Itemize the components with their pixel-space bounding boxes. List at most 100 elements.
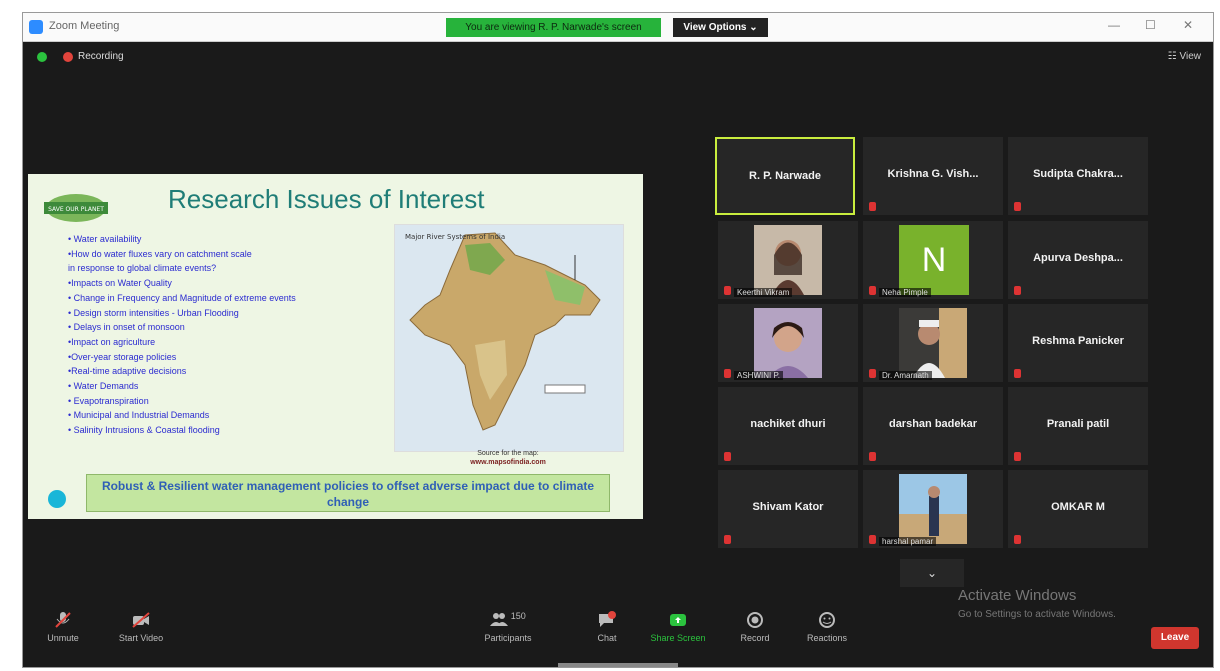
participant-tile[interactable]: Krishna G. Vish... — [863, 137, 1003, 215]
participant-name: Neha Pimple — [879, 288, 931, 297]
meeting-top-bar: Recording ☷ View — [35, 49, 1201, 65]
participants-label: Participants — [484, 633, 532, 643]
participant-name: Sudipta Chakra... — [1033, 168, 1123, 180]
meeting-toolbar: Unmute Start Video 150 Participants Chat… — [23, 603, 1213, 667]
view-options-button[interactable]: View Options ⌄ — [673, 18, 768, 37]
participant-name: nachiket dhuri — [750, 418, 826, 430]
start-video-button[interactable]: Start Video — [111, 611, 171, 643]
reactions-smiley-icon — [819, 612, 835, 628]
participant-tile[interactable]: Sudipta Chakra... — [1008, 137, 1148, 215]
mic-muted-icon — [1014, 202, 1021, 211]
leave-button[interactable]: Leave — [1151, 627, 1199, 649]
participant-name: Apurva Deshpa... — [1033, 252, 1123, 264]
bullet-line: • Delays in onset of monsoon — [68, 322, 185, 333]
share-screen-button[interactable]: Share Screen — [643, 611, 713, 643]
unmute-button[interactable]: Unmute — [41, 611, 85, 643]
window-title: Zoom Meeting — [49, 20, 120, 32]
video-camera-off-icon — [132, 612, 150, 628]
participant-video — [899, 474, 967, 544]
minimize-button[interactable]: — — [1108, 18, 1120, 32]
participant-tile[interactable]: darshan badekar — [863, 387, 1003, 465]
participant-name: ASHWINI P. — [734, 371, 783, 380]
mic-muted-icon — [1014, 369, 1021, 378]
save-planet-logo: SAVE OUR PLANET — [44, 194, 108, 222]
map-source-url: www.mapsofindia.com — [470, 459, 546, 466]
chat-icon — [599, 611, 616, 627]
participant-name: Dr. Amarnath — [879, 371, 932, 380]
participant-name: Reshma Panicker — [1032, 335, 1124, 347]
map-source: Source for the map: www.mapsofindia.com — [428, 449, 588, 467]
participant-tile[interactable]: OMKAR M — [1008, 470, 1148, 548]
zoom-app-icon — [29, 20, 43, 34]
chat-label: Chat — [597, 633, 617, 643]
people-icon — [490, 613, 509, 626]
mic-muted-icon — [869, 535, 876, 544]
reactions-label: Reactions — [806, 633, 848, 643]
participant-video — [754, 308, 822, 378]
mic-muted-icon — [1014, 452, 1021, 461]
close-button[interactable]: ✕ — [1183, 18, 1193, 32]
bullet-line: • Municipal and Industrial Demands — [68, 410, 210, 421]
slide-title: Research Issues of Interest — [168, 184, 485, 214]
bullet-line: • Salinity Intrusions & Coastal flooding — [68, 425, 220, 436]
participant-name: harshal pamar — [879, 537, 937, 546]
participant-tile[interactable]: harshal pamar — [863, 470, 1003, 548]
participant-name: Pranali patil — [1046, 418, 1110, 430]
bullet-line: • Change in Frequency and Magnitude of e… — [68, 292, 296, 303]
unmute-label: Unmute — [47, 633, 79, 643]
mic-muted-icon — [869, 369, 876, 378]
mic-muted-icon — [1014, 286, 1021, 295]
maximize-button[interactable]: ☐ — [1145, 18, 1156, 32]
india-map-image: Major River Systems of India — [395, 225, 623, 451]
mic-muted-icon — [869, 286, 876, 295]
mic-muted-icon — [724, 535, 731, 544]
slide-footer-banner: Robust & Resilient water management poli… — [86, 474, 610, 512]
mic-muted-icon — [869, 202, 876, 211]
participant-tile[interactable]: Reshma Panicker — [1008, 304, 1148, 382]
mic-muted-icon — [724, 286, 731, 295]
encryption-shield-icon[interactable] — [37, 52, 47, 62]
title-bar: Zoom Meeting You are viewing R. P. Narwa… — [23, 13, 1213, 42]
participant-avatar: N — [899, 225, 969, 295]
share-screen-label: Share Screen — [650, 633, 706, 643]
participant-tile[interactable]: Keerthi Vikram — [718, 221, 858, 299]
participant-tile[interactable]: ASHWINI P. — [718, 304, 858, 382]
bullet-line: • Design storm intensities - Urban Flood… — [68, 307, 239, 318]
screen-share-banner: You are viewing R. P. Narwade's screen — [446, 18, 661, 37]
participant-tile[interactable]: nachiket dhuri — [718, 387, 858, 465]
chat-button[interactable]: Chat — [587, 611, 627, 643]
participant-name: darshan badekar — [888, 418, 978, 430]
share-screen-icon — [670, 614, 686, 626]
mic-muted-icon — [724, 369, 731, 378]
participant-tile[interactable]: Dr. Amarnath — [863, 304, 1003, 382]
bullet-line: in response to global climate events? — [68, 263, 217, 274]
bullet-line: • Evapotranspiration — [68, 395, 149, 406]
participants-button[interactable]: 150 Participants — [478, 611, 538, 643]
participant-tile[interactable]: Pranali patil — [1008, 387, 1148, 465]
view-button[interactable]: ☷ View — [1168, 51, 1201, 62]
participant-video — [754, 225, 822, 295]
participant-tile[interactable]: R. P. Narwade — [715, 137, 855, 215]
participants-count: 150 — [510, 611, 526, 621]
participants-icon-row: 150 — [478, 611, 538, 629]
taskbar-strip — [558, 663, 678, 667]
record-button[interactable]: Record — [731, 611, 779, 643]
participant-tile[interactable]: Shivam Kator — [718, 470, 858, 548]
bullet-line: •How do water fluxes vary on catchment s… — [68, 248, 252, 259]
mic-muted-icon — [1014, 535, 1021, 544]
chevron-down-icon[interactable]: ⌄ — [900, 559, 964, 587]
bullet-line: •Impacts on Water Quality — [68, 278, 172, 289]
slide-bullets: • Water availability •How do water fluxe… — [68, 232, 398, 438]
participant-video — [899, 308, 967, 378]
bullet-line: •Over-year storage policies — [68, 351, 177, 362]
reactions-button[interactable]: Reactions — [799, 611, 855, 643]
mic-muted-icon — [869, 452, 876, 461]
participant-tile[interactable]: N Neha Pimple — [863, 221, 1003, 299]
india-river-map: Major River Systems of India — [394, 224, 624, 452]
record-icon — [747, 612, 763, 628]
bullet-line: • Water Demands — [68, 381, 139, 392]
zoom-window: Zoom Meeting You are viewing R. P. Narwa… — [22, 12, 1214, 668]
participant-tile[interactable]: Apurva Deshpa... — [1008, 221, 1148, 299]
logo-text: SAVE OUR PLANET — [48, 206, 104, 213]
participant-name: R. P. Narwade — [749, 170, 821, 182]
